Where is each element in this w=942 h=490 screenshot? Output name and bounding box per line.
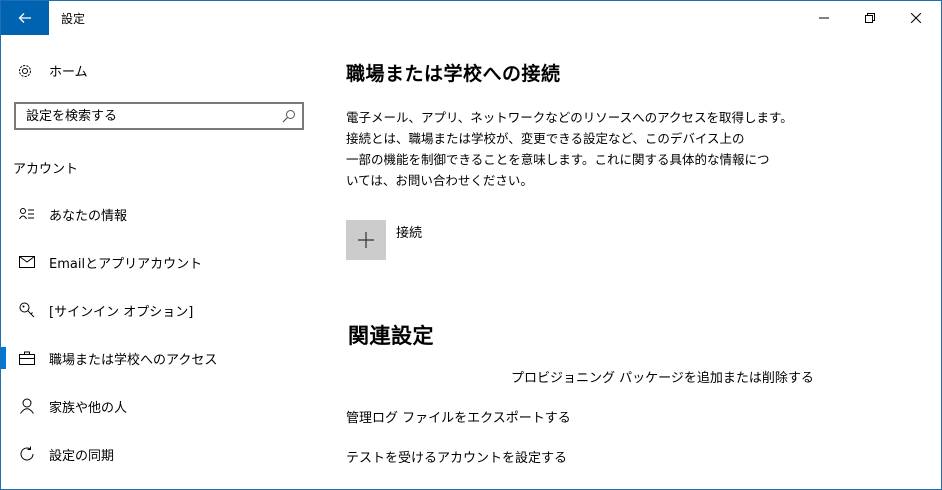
sidebar-item-label: Emailとアプリアカウント [49,256,203,272]
person-card-icon [19,207,35,221]
main-content: 職場または学校への接続 電子メール、アプリ、ネットワークなどのリソースへのアクセ… [346,35,936,489]
sidebar-item-label: 設定の同期 [49,448,115,464]
sidebar-item-family-others[interactable]: 家族や他の人 [1,382,331,430]
back-button[interactable] [1,1,49,35]
window-title: 設定 [61,12,86,26]
plus-icon [358,232,374,248]
connect-label[interactable]: 接続 [396,222,422,241]
search-input[interactable] [26,107,276,125]
export-management-log-link[interactable]: 管理ログ ファイルをエクスポートする [346,407,571,426]
sidebar-item-label: あなたの情報 [49,208,128,224]
restore-button[interactable] [847,1,893,35]
key-icon [19,302,35,318]
sidebar-item-label: 家族や他の人 [49,400,128,416]
sidebar-item-label: [サインイン オプション] [49,304,194,320]
close-icon [911,13,921,23]
section-header: アカウント [13,162,79,177]
sidebar-item-sign-in-options[interactable]: [サインイン オプション] [1,286,331,334]
home-label: ホーム [49,65,88,80]
search-box[interactable] [14,102,304,130]
restore-icon [865,13,875,23]
description-line: 電子メール、アプリ、ネットワークなどのリソースへのアクセスを取得します。 [346,110,793,125]
mail-icon [19,256,35,268]
home-nav-item[interactable]: ホーム [17,61,88,80]
description-line: 接続とは、職場または学校が、変更できる設定など、このデバイス上の [346,131,745,146]
sidebar-item-your-info[interactable]: あなたの情報 [1,190,331,238]
sidebar-item-sync-settings[interactable]: 設定の同期 [1,430,331,478]
gear-icon [19,64,31,77]
setup-test-account-link[interactable]: テストを受けるアカウントを設定する [346,447,567,466]
minimize-icon [819,17,829,19]
minimize-button[interactable] [801,1,847,35]
sidebar: ホーム アカウント あなたの情報 Emailとアプリアカウント [1,35,331,489]
description-line: いては、お問い合わせください。 [346,173,533,188]
sidebar-item-email-accounts[interactable]: Emailとアプリアカウント [1,238,331,286]
sidebar-item-work-school-access[interactable]: 職場または学校へのアクセス [1,334,331,382]
search-icon[interactable] [282,109,296,123]
sync-icon [19,446,35,462]
description: 電子メール、アプリ、ネットワークなどのリソースへのアクセスを取得します。 接続と… [346,107,793,191]
close-button[interactable] [893,1,939,35]
briefcase-icon [19,351,35,365]
add-remove-provisioning-package-link[interactable]: プロビジョニング パッケージを追加または削除する [511,367,814,386]
sidebar-item-label: 職場または学校へのアクセス [49,352,218,368]
person-icon [19,398,35,414]
description-line: 一部の機能を制御できることを意味します。これに関する具体的な情報につ [346,152,770,167]
title-bar: 設定 [1,1,941,35]
arrow-left-icon [18,13,31,23]
page-title: 職場または学校への接続 [346,63,561,85]
connect-button[interactable] [346,220,386,260]
related-settings-title: 関連設定 [348,324,434,348]
